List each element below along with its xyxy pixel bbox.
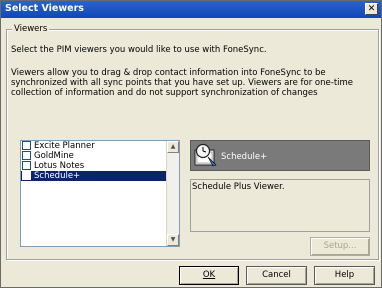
selected-viewer-header: Schedule+ <box>190 140 370 171</box>
close-icon: ✕ <box>367 4 376 14</box>
list-scrollbar[interactable]: ▲ ▼ <box>166 141 179 246</box>
chevron-down-icon: ▼ <box>170 236 176 243</box>
ok-button[interactable]: OK <box>179 266 239 285</box>
checkbox[interactable] <box>22 151 31 160</box>
checkbox[interactable] <box>22 161 31 170</box>
scroll-up-button[interactable]: ▲ <box>167 141 179 153</box>
cancel-button[interactable]: Cancel <box>246 266 307 285</box>
list-item-label: Excite Planner <box>34 141 95 151</box>
list-item-label: GoldMine <box>34 151 74 161</box>
checkbox[interactable] <box>22 141 31 150</box>
close-button[interactable]: ✕ <box>365 3 378 15</box>
list-item-label: Lotus Notes <box>34 161 85 171</box>
cancel-button-label: Cancel <box>262 270 291 280</box>
chevron-up-icon: ▲ <box>170 143 176 150</box>
viewer-list[interactable]: Excite Planner GoldMine Lotus Notes Sche… <box>20 140 180 247</box>
selected-viewer-description: Schedule Plus Viewer. <box>190 179 370 232</box>
list-item[interactable]: Excite Planner <box>21 141 179 151</box>
checkbox[interactable] <box>22 171 31 180</box>
list-item[interactable]: GoldMine <box>21 151 179 161</box>
select-viewers-dialog: Select Viewers ✕ Viewers Select the PIM … <box>0 0 382 288</box>
selected-viewer-name: Schedule+ <box>221 152 268 162</box>
description-text: Viewers allow you to drag & drop contact… <box>11 68 354 98</box>
list-item[interactable]: Lotus Notes <box>21 161 179 171</box>
list-item-label: Schedule+ <box>34 171 81 181</box>
help-button[interactable]: Help <box>314 266 375 285</box>
viewers-group-label: Viewers <box>12 24 50 34</box>
help-button-label: Help <box>334 270 355 280</box>
setup-button[interactable]: Setup... <box>310 237 370 256</box>
setup-button-label: Setup... <box>323 241 357 251</box>
dialog-title: Select Viewers <box>5 3 84 14</box>
selected-viewer-description-text: Schedule Plus Viewer. <box>192 182 285 192</box>
ok-button-label: OK <box>202 270 216 280</box>
scroll-down-button[interactable]: ▼ <box>167 234 179 246</box>
schedule-plus-icon <box>194 143 217 167</box>
title-bar: Select Viewers ✕ <box>1 1 381 18</box>
intro-text: Select the PIM viewers you would like to… <box>11 45 267 55</box>
list-item[interactable]: Schedule+ <box>21 171 179 181</box>
